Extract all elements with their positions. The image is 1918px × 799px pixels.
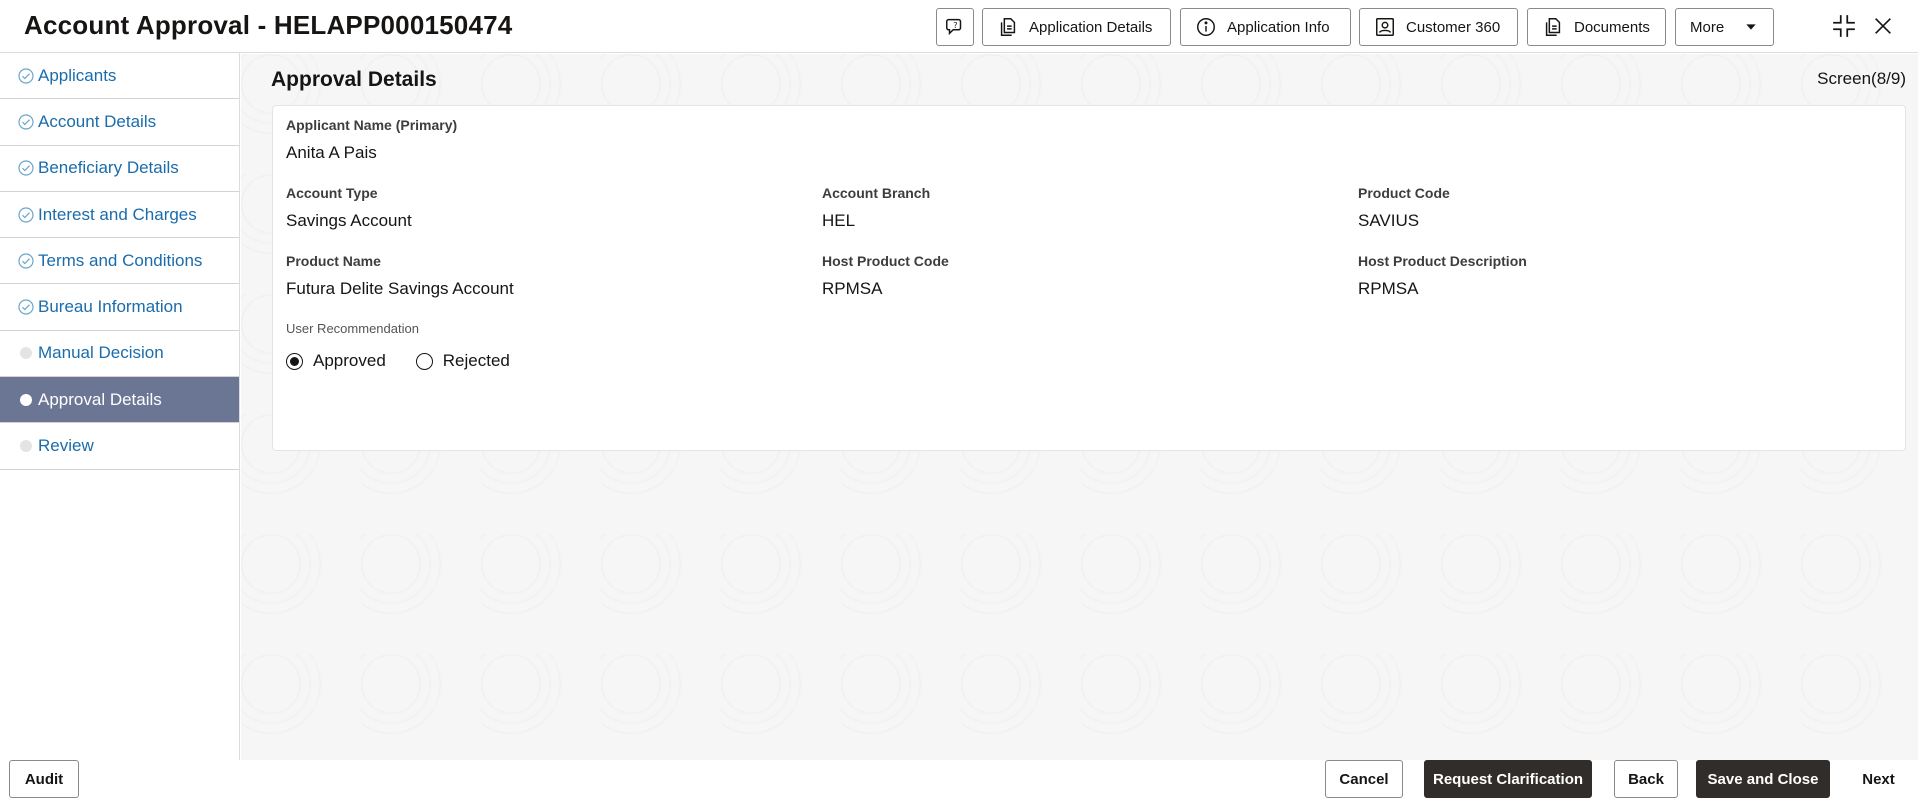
field-label: Host Product Description bbox=[1358, 253, 1527, 269]
sidebar-item-review[interactable]: Review bbox=[0, 423, 239, 470]
host-product-description-field: Host Product Description RPMSA bbox=[1358, 253, 1527, 299]
customer-icon bbox=[1376, 18, 1394, 36]
host-product-code-field: Host Product Code RPMSA bbox=[822, 253, 949, 299]
check-circle-icon bbox=[18, 299, 34, 315]
app-header: Account Approval - HELAPP000150474 ? App… bbox=[0, 0, 1918, 53]
documents-label: Documents bbox=[1574, 18, 1650, 36]
document-icon bbox=[1000, 18, 1016, 36]
sidebar-item-terms-and-conditions[interactable]: Terms and Conditions bbox=[0, 238, 239, 285]
check-circle-icon bbox=[18, 253, 34, 269]
sidebar-item-interest-and-charges[interactable]: Interest and Charges bbox=[0, 192, 239, 239]
field-value: RPMSA bbox=[1358, 279, 1419, 298]
field-value: RPMSA bbox=[822, 279, 883, 298]
product-code-field: Product Code SAVIUS bbox=[1358, 185, 1450, 231]
sidebar-item-label: Bureau Information bbox=[38, 297, 183, 317]
more-label: More bbox=[1690, 18, 1725, 36]
main-content: Approval Details Screen(8/9) Applicant N… bbox=[241, 54, 1918, 760]
field-label: Product Name bbox=[286, 253, 381, 269]
approval-details-card: Applicant Name (Primary) Anita A Pais Ac… bbox=[272, 105, 1906, 451]
product-name-field: Product Name Futura Delite Savings Accou… bbox=[286, 253, 514, 299]
application-info-label: Application Info bbox=[1227, 18, 1330, 36]
application-details-button[interactable]: Application Details bbox=[982, 8, 1171, 46]
sidebar-item-beneficiary-details[interactable]: Beneficiary Details bbox=[0, 146, 239, 192]
account-branch-field: Account Branch HEL bbox=[822, 185, 930, 231]
field-label: Applicant Name (Primary) bbox=[286, 117, 458, 133]
chat-help-icon: ? bbox=[946, 18, 962, 36]
radio-rejected[interactable]: Rejected bbox=[415, 351, 510, 371]
chevron-down-icon bbox=[1746, 24, 1756, 30]
check-circle-icon bbox=[18, 114, 34, 130]
radio-unchecked-icon bbox=[415, 352, 433, 370]
radio-checked-icon bbox=[286, 352, 303, 370]
footer-bar: Audit Cancel Request Clarification Back … bbox=[0, 760, 1918, 799]
sidebar-item-manual-decision[interactable]: Manual Decision bbox=[0, 331, 239, 378]
info-icon bbox=[1197, 18, 1215, 36]
section-title: Approval Details bbox=[271, 68, 437, 91]
radio-approved[interactable]: Approved bbox=[286, 351, 386, 371]
application-info-button[interactable]: Application Info bbox=[1180, 8, 1351, 46]
sidebar-item-account-details[interactable]: Account Details bbox=[0, 99, 239, 146]
field-value: HEL bbox=[822, 211, 856, 230]
documents-icon bbox=[1545, 18, 1561, 36]
field-label: Account Type bbox=[286, 185, 378, 201]
back-button[interactable]: Back bbox=[1614, 760, 1678, 798]
sidebar-item-label: Manual Decision bbox=[38, 343, 164, 363]
sidebar-item-label: Account Details bbox=[38, 111, 157, 131]
radio-label: Approved bbox=[313, 351, 386, 370]
application-details-label: Application Details bbox=[1029, 18, 1153, 36]
help-chat-button[interactable]: ? bbox=[936, 8, 974, 46]
radio-label: Rejected bbox=[442, 351, 510, 370]
sidebar-item-applicants[interactable]: Applicants bbox=[0, 53, 239, 100]
check-circle-icon bbox=[18, 160, 34, 176]
user-recommendation-label: User Recommendation bbox=[286, 321, 419, 336]
sidebar-nav: Applicants Account Details Beneficiary Det… bbox=[0, 53, 240, 799]
screen-indicator: Screen(8/9) bbox=[1817, 69, 1906, 88]
field-value: Savings Account bbox=[286, 211, 412, 230]
step-dot-icon bbox=[20, 393, 32, 406]
field-label: Product Code bbox=[1358, 185, 1450, 201]
sidebar-item-label: Beneficiary Details bbox=[38, 158, 179, 178]
page-title: Account Approval - HELAPP000150474 bbox=[24, 10, 513, 40]
cancel-button[interactable]: Cancel bbox=[1325, 760, 1403, 798]
sidebar-item-approval-details[interactable]: Approval Details bbox=[0, 377, 239, 424]
field-label: Host Product Code bbox=[822, 253, 949, 269]
next-button[interactable]: Next bbox=[1846, 760, 1911, 798]
sidebar-item-label: Review bbox=[38, 436, 94, 456]
documents-button[interactable]: Documents bbox=[1527, 8, 1666, 46]
customer-360-label: Customer 360 bbox=[1406, 18, 1501, 36]
step-dot-icon bbox=[20, 347, 32, 360]
sidebar-item-label: Terms and Conditions bbox=[38, 250, 203, 270]
request-clarification-button[interactable]: Request Clarification bbox=[1424, 760, 1592, 798]
check-circle-icon bbox=[18, 68, 34, 84]
sidebar-item-label: Interest and Charges bbox=[38, 204, 197, 224]
user-recommendation-radio-group: Approved Rejected bbox=[286, 351, 510, 371]
close-button[interactable] bbox=[1869, 12, 1897, 40]
sidebar-item-bureau-information[interactable]: Bureau Information bbox=[0, 284, 239, 331]
step-dot-icon bbox=[20, 440, 32, 453]
field-value: SAVIUS bbox=[1358, 211, 1420, 230]
field-value: Anita A Pais bbox=[286, 143, 377, 162]
check-circle-icon bbox=[18, 206, 34, 223]
account-type-field: Account Type Savings Account bbox=[286, 185, 412, 231]
customer-360-button[interactable]: Customer 360 bbox=[1359, 8, 1518, 46]
sidebar-item-label: Approval Details bbox=[38, 389, 162, 409]
collapse-button[interactable] bbox=[1830, 12, 1858, 40]
field-value: Futura Delite Savings Account bbox=[286, 279, 514, 298]
svg-text:?: ? bbox=[953, 20, 957, 30]
collapse-icon bbox=[1833, 15, 1855, 37]
applicant-name-field: Applicant Name (Primary) Anita A Pais bbox=[286, 117, 457, 163]
field-label: Account Branch bbox=[822, 185, 931, 201]
sidebar-item-label: Applicants bbox=[38, 65, 117, 85]
save-and-close-button[interactable]: Save and Close bbox=[1696, 760, 1830, 798]
audit-button[interactable]: Audit bbox=[9, 760, 79, 798]
close-icon bbox=[1875, 18, 1891, 34]
more-dropdown[interactable]: More bbox=[1675, 8, 1774, 46]
